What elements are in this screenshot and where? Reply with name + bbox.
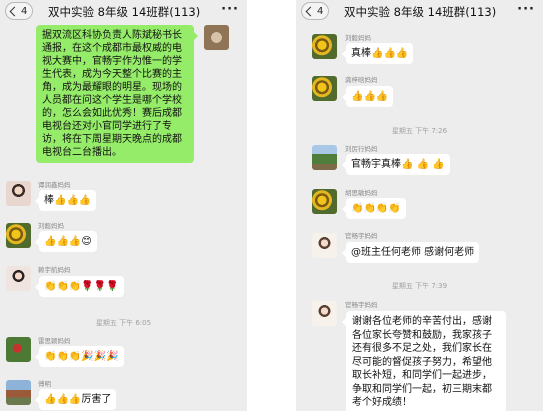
sender-name: 官畅宇妈妈	[345, 301, 378, 309]
unread-count: 4	[21, 5, 28, 17]
chat-title: 双中实验 8年级 14班群(113)	[344, 5, 497, 19]
avatar[interactable]	[312, 233, 337, 258]
message-bubble[interactable]: @班主任何老师 感谢何老师	[341, 242, 480, 263]
chevron-left-icon	[9, 6, 20, 16]
message-bubble[interactable]: 真棒👍👍👍	[341, 43, 414, 64]
message-bubble[interactable]: 👏👏👏🌹🌹🌹	[35, 276, 124, 297]
sender-name: 傅明	[38, 380, 51, 388]
sender-name: 雷思颖妈妈	[38, 337, 71, 345]
sender-name: 龚梓晗妈妈	[345, 76, 378, 84]
chat-screen-right: 4 双中实验 8年级 14班群(113) ··· 刘懿妈妈 真棒👍👍👍 龚梓晗妈…	[296, 0, 543, 411]
chat-navbar: 4 双中实验 8年级 14班群(113) ···	[296, 0, 543, 23]
more-icon[interactable]: ···	[517, 3, 535, 16]
message-bubble-outgoing[interactable]: 据双流区科协负责人陈斌秘书长通报，在这个成都市最权威的电视大赛中，官畅宇作为惟一…	[36, 25, 198, 163]
sender-name: 刘懿妈妈	[345, 34, 371, 42]
chat-navbar: 4 双中实验 8年级 14班群(113) ···	[0, 0, 247, 23]
chat-screen-left: 4 双中实验 8年级 14班群(113) ··· 据双流区科协负责人陈斌秘书长通…	[0, 0, 247, 411]
timestamp: 星期五 下午 7:39	[391, 282, 448, 290]
sender-name: 刘厉行妈妈	[345, 145, 378, 153]
more-icon[interactable]: ···	[221, 3, 239, 16]
message-bubble[interactable]: 谢谢各位老师的辛苦付出，感谢各位家长夸赞和鼓励，我家孩子还有很多不足之处，我们家…	[342, 311, 506, 411]
chevron-left-icon	[305, 6, 316, 16]
unread-count: 4	[317, 5, 324, 17]
avatar[interactable]	[204, 25, 229, 50]
back-button[interactable]: 4	[5, 2, 34, 20]
sender-name: 刘懿妈妈	[38, 222, 64, 230]
avatar[interactable]	[6, 380, 31, 405]
timestamp: 星期五 下午 7:26	[391, 127, 448, 135]
avatar[interactable]	[312, 145, 337, 170]
message-bubble[interactable]: 👍👍👍😊	[35, 231, 97, 252]
message-bubble[interactable]: 👍👍👍厉害了	[34, 389, 117, 410]
message-bubble[interactable]: 👏👏👏👏	[342, 198, 406, 219]
sender-name: 官畅宇妈妈	[345, 232, 378, 240]
sender-name: 赖宇航妈妈	[38, 266, 71, 274]
sender-name: 谭润鑫妈妈	[38, 181, 71, 189]
avatar[interactable]	[312, 189, 337, 214]
message-bubble[interactable]: 官畅宇真棒👍 👍 👍	[342, 154, 450, 175]
chat-title: 双中实验 8年级 14班群(113)	[48, 5, 201, 19]
avatar[interactable]	[312, 34, 337, 59]
message-bubble[interactable]: 棒👍👍👍	[34, 190, 97, 211]
sender-name: 胡思敏妈妈	[345, 189, 378, 197]
message-bubble[interactable]: 👍👍👍	[341, 86, 394, 107]
message-bubble[interactable]: 👏👏👏🎉🎉🎉	[35, 346, 124, 367]
avatar[interactable]	[6, 181, 31, 206]
avatar[interactable]	[6, 223, 31, 248]
timestamp: 星期五 下午 6:05	[95, 319, 152, 327]
back-button[interactable]: 4	[301, 2, 330, 20]
avatar[interactable]	[6, 337, 31, 362]
avatar[interactable]	[312, 301, 337, 326]
avatar[interactable]	[6, 266, 31, 291]
avatar[interactable]	[312, 76, 337, 101]
